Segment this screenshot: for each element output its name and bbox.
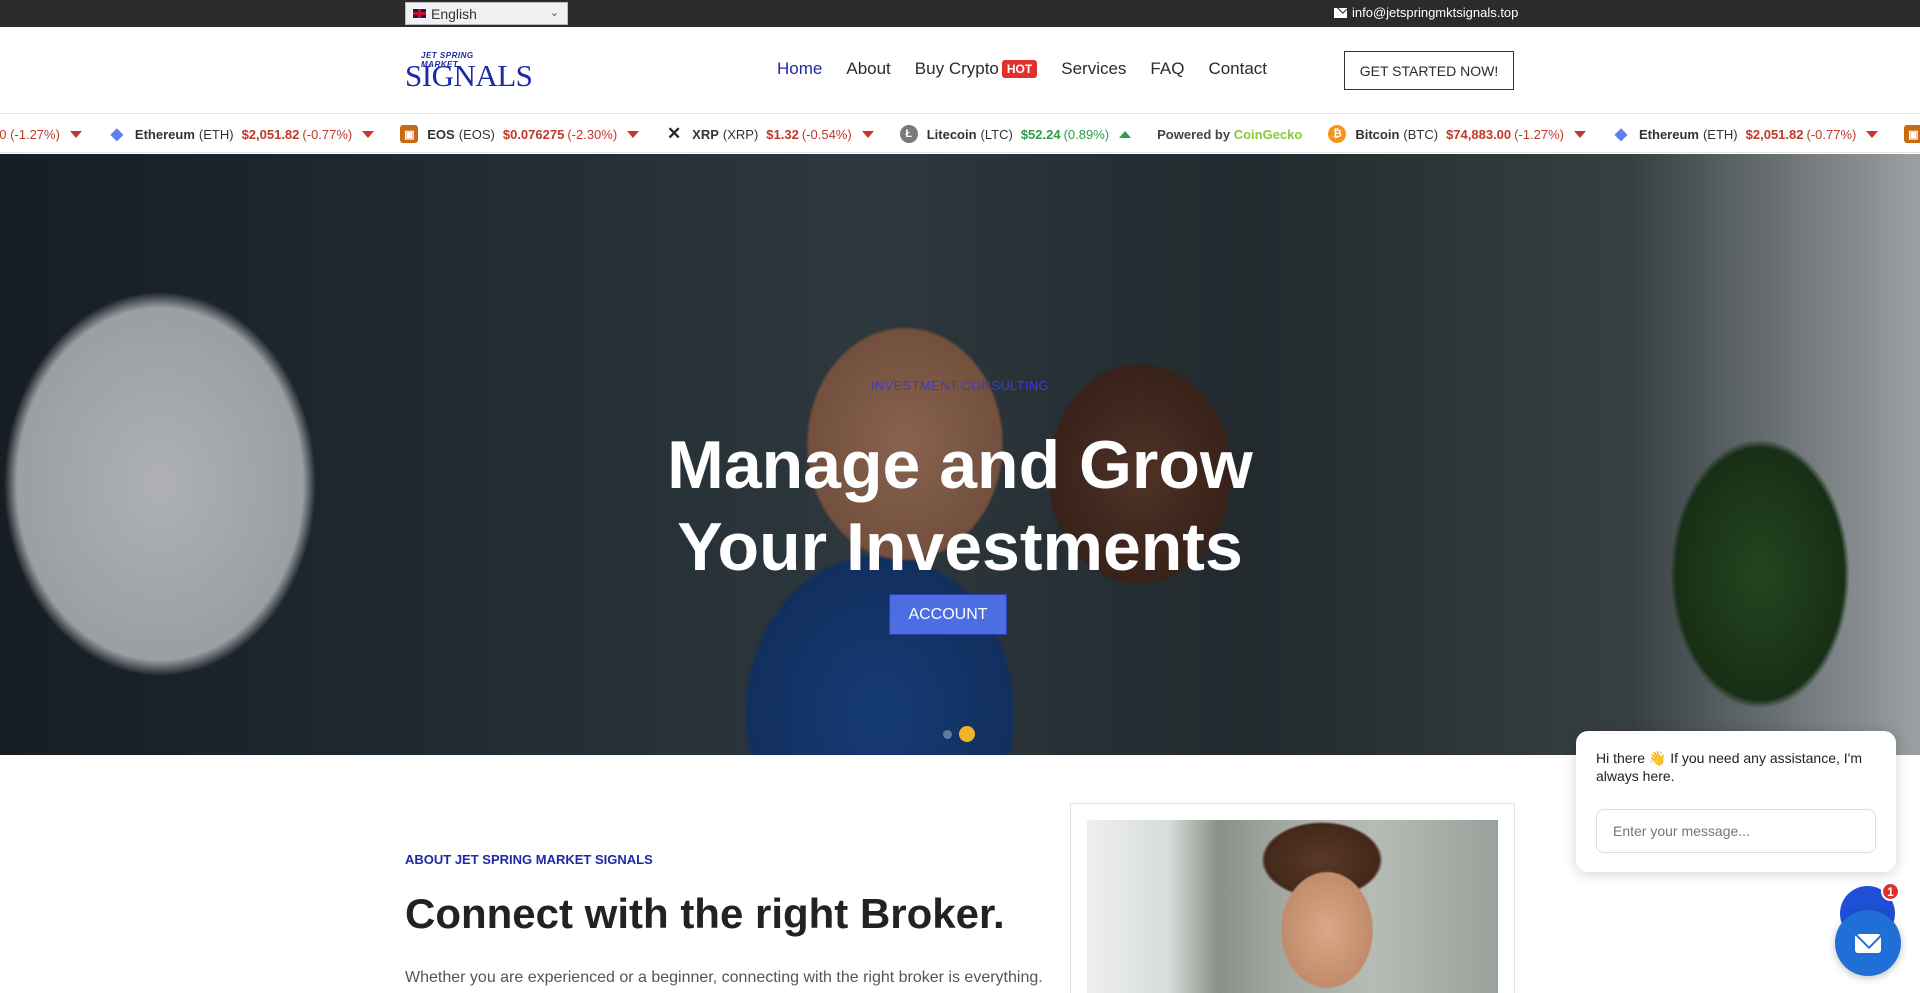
ticker-item[interactable]: ▣ EOS (EOS) $0.076275 (-2.30%) xyxy=(400,125,640,143)
hero-title-line-1: Manage and Grow xyxy=(667,427,1253,503)
powered-by-coingecko[interactable]: Powered by CoinGecko xyxy=(1157,127,1302,142)
about-kicker: ABOUT JET SPRING MARKET SIGNALS xyxy=(405,852,653,867)
ticker-price: $2,051.82 xyxy=(1745,126,1804,142)
ticker-item[interactable]: 00 (-1.27%) xyxy=(0,127,82,142)
nav-contact[interactable]: Contact xyxy=(1208,59,1267,79)
hero-title-line-2: Your Investments xyxy=(677,509,1243,585)
ticker-change: (-0.77%) xyxy=(302,126,353,142)
nav-home[interactable]: Home xyxy=(777,59,822,79)
ticker-price: $1.32 xyxy=(766,126,799,142)
ticker-symbol: (ETH) xyxy=(198,126,234,142)
ticker-name: Bitcoin xyxy=(1355,126,1400,142)
bitcoin-icon: ₿ xyxy=(1328,125,1347,143)
about-title: Connect with the right Broker. xyxy=(405,890,1005,937)
ticker-change: (-2.30%) xyxy=(567,126,618,142)
ethereum-icon: ◆ xyxy=(110,126,124,143)
ticker-price: $0.076275 xyxy=(502,126,565,142)
hero-slider: INVESTMENT CONSULTING Manage and Grow Yo… xyxy=(0,154,1920,755)
litecoin-icon: Ł xyxy=(899,125,918,143)
get-started-button[interactable]: GET STARTED NOW! xyxy=(1344,51,1514,90)
logo-wordmark: SIGNALS xyxy=(405,58,533,93)
chat-popup: Hi there 👋 If you need any assistance, I… xyxy=(1576,731,1896,872)
ethereum-icon: ◆ xyxy=(1614,126,1628,143)
down-arrow-icon xyxy=(1574,130,1586,138)
down-arrow-icon xyxy=(861,130,874,138)
ticker-symbol: (LTC) xyxy=(980,126,1013,142)
account-button[interactable]: ACCOUNT xyxy=(889,594,1007,635)
unread-badge: 1 xyxy=(1881,882,1900,901)
ticker-price: $2,051.82 xyxy=(241,126,300,142)
ticker-name: Ethereum xyxy=(134,126,195,142)
ticker-change: 00 (-1.27%) xyxy=(0,126,60,142)
ticker-name: XRP xyxy=(692,126,719,142)
ticker-change: (0.89%) xyxy=(1063,126,1110,142)
chevron-down-icon: ⌄ xyxy=(549,7,559,19)
chat-greeting: Hi there 👋 If you need any assistance, I… xyxy=(1596,750,1863,784)
slider-dot[interactable] xyxy=(943,729,952,739)
nav-faq[interactable]: FAQ xyxy=(1150,59,1184,79)
envelope-icon xyxy=(1334,7,1347,18)
uk-flag-icon xyxy=(412,8,427,19)
about-text: Whether you are experienced or a beginne… xyxy=(405,969,1043,986)
ticker-item[interactable]: ▣ EO xyxy=(1904,125,1920,143)
top-email-link[interactable]: info@jetspringmktsignals.top xyxy=(1334,5,1518,20)
ticker-symbol: (XRP) xyxy=(722,126,759,142)
ticker-symbol: (BTC) xyxy=(1403,126,1439,142)
crypto-price-ticker: 00 (-1.27%) ◆ Ethereum (ETH) $2,051.82 (… xyxy=(0,113,1920,153)
hot-badge: HOT xyxy=(1001,60,1038,78)
ticker-item[interactable]: ✕ XRP (XRP) $1.32 (-0.54%) xyxy=(665,124,874,143)
ticker-track: 00 (-1.27%) ◆ Ethereum (ETH) $2,051.82 (… xyxy=(0,114,1920,152)
chat-launcher-button[interactable] xyxy=(1835,910,1901,976)
hero-title: Manage and Grow Your Investments xyxy=(0,424,1920,588)
ticker-symbol: (EOS) xyxy=(458,126,495,142)
down-arrow-icon xyxy=(69,130,82,138)
ticker-name: Litecoin xyxy=(926,126,977,142)
eos-icon: ▣ xyxy=(1904,125,1920,143)
slider-pagination xyxy=(943,726,975,742)
coingecko-link[interactable]: CoinGecko xyxy=(1234,127,1303,142)
ticker-item[interactable]: ◆ Ethereum (ETH) $2,051.82 (-0.77%) xyxy=(1612,125,1879,143)
eos-icon: ▣ xyxy=(400,125,419,143)
language-select[interactable]: English ⌄ xyxy=(405,2,568,25)
up-arrow-icon xyxy=(1119,130,1132,138)
ticker-change: (-1.27%) xyxy=(1514,126,1564,142)
email-text: info@jetspringmktsignals.top xyxy=(1352,5,1519,20)
ticker-name: EOS xyxy=(427,126,455,142)
ticker-change: (-0.54%) xyxy=(801,126,852,142)
nav-services[interactable]: Services xyxy=(1061,59,1126,79)
ticker-item[interactable]: ₿ Bitcoin (BTC) $74,883.00 (-1.27%) xyxy=(1328,125,1586,143)
hero-kicker: INVESTMENT CONSULTING xyxy=(871,378,1049,393)
ticker-item[interactable]: Ł Litecoin (LTC) $52.24 (0.89%) xyxy=(899,125,1132,143)
ticker-price: $52.24 xyxy=(1020,126,1061,142)
down-arrow-icon xyxy=(1866,130,1879,138)
top-bar: English ⌄ info@jetspringmktsignals.top xyxy=(0,0,1920,27)
site-header: JET SPRING MARKET SIGNALS Home About Buy… xyxy=(0,27,1920,113)
xrp-icon: ✕ xyxy=(667,124,682,143)
ticker-name: Ethereum xyxy=(1639,126,1699,142)
slider-dot-active[interactable] xyxy=(959,726,975,742)
broker-photo xyxy=(1087,820,1498,993)
site-logo[interactable]: JET SPRING MARKET SIGNALS xyxy=(405,51,533,93)
ticker-symbol: (ETH) xyxy=(1702,126,1738,142)
nav-buy-crypto-label: Buy Crypto xyxy=(914,59,999,78)
language-label: English xyxy=(431,5,477,22)
nav-buy-crypto[interactable]: Buy Crypto HOT xyxy=(914,59,1038,79)
powered-prefix: Powered by xyxy=(1157,126,1231,142)
down-arrow-icon xyxy=(362,130,375,138)
main-nav: Home About Buy Crypto HOT Services FAQ C… xyxy=(777,59,1291,79)
ticker-change: (-0.77%) xyxy=(1806,126,1857,142)
nav-about[interactable]: About xyxy=(846,59,890,79)
chat-message-input[interactable] xyxy=(1596,809,1876,853)
ticker-price: $74,883.00 xyxy=(1446,126,1512,142)
envelope-icon xyxy=(1855,933,1881,953)
down-arrow-icon xyxy=(627,130,640,138)
ticker-item[interactable]: ◆ Ethereum (ETH) $2,051.82 (-0.77%) xyxy=(108,125,375,143)
